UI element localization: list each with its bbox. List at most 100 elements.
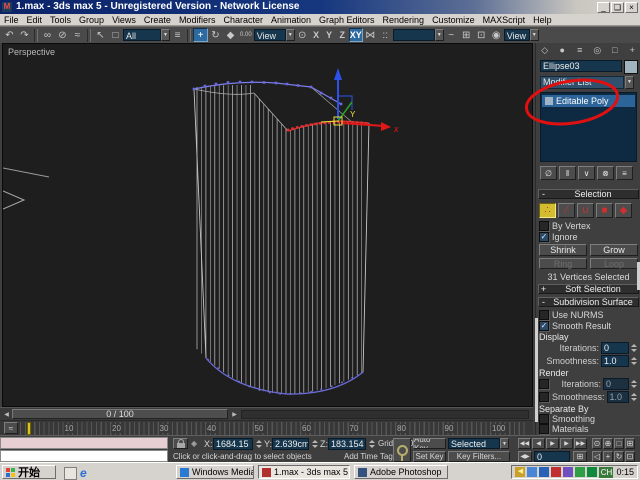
by-vertex-checkbox[interactable]	[539, 221, 549, 231]
z-coord-field[interactable]: 183.154	[328, 438, 366, 450]
tray-icon-qq[interactable]	[539, 467, 550, 477]
select-by-name-icon[interactable]: ≡	[170, 28, 185, 42]
menu-character[interactable]: Character	[219, 15, 267, 25]
menu-rendering[interactable]: Rendering	[379, 15, 429, 25]
hierarchy-tab[interactable]: ≡	[573, 44, 587, 56]
materials-checkbox[interactable]	[539, 424, 549, 434]
configure-modifier-sets-button[interactable]: ≡	[616, 166, 633, 180]
perspective-viewport[interactable]: Perspective x Y	[2, 43, 533, 407]
current-frame-marker[interactable]	[27, 422, 31, 435]
menu-help[interactable]: Help	[529, 15, 556, 25]
align-icon[interactable]: ::	[378, 28, 393, 42]
time-slider-track[interactable]	[241, 410, 529, 419]
menu-group[interactable]: Group	[75, 15, 108, 25]
remove-modifier-button[interactable]: ⊗	[597, 166, 614, 180]
restore-button[interactable]: ❏	[611, 2, 624, 13]
element-subobject-button[interactable]: ◆	[615, 202, 632, 218]
render-iterations-field[interactable]: 0	[603, 378, 629, 390]
selection-filter-dropdown[interactable]: All ▼	[123, 29, 170, 41]
restrict-x-button[interactable]: X	[310, 28, 323, 42]
auto-key-button[interactable]: Auto Key	[413, 438, 446, 449]
menu-file[interactable]: File	[0, 15, 23, 25]
tray-icon-antivirus[interactable]	[587, 467, 598, 477]
use-nurms-checkbox[interactable]	[539, 310, 549, 320]
x-coord-field[interactable]: 1684.15	[213, 438, 253, 450]
close-button[interactable]: ×	[625, 2, 638, 13]
restrict-y-button[interactable]: Y	[323, 28, 336, 42]
mirror-icon[interactable]: ⋈	[363, 28, 378, 42]
absolute-offset-toggle[interactable]: ◆	[191, 439, 197, 448]
set-key-mode-button[interactable]	[393, 438, 411, 462]
display-tab[interactable]: □	[608, 44, 622, 56]
selection-set-arrow[interactable]: ▼	[500, 438, 509, 449]
smooth-result-checkbox[interactable]: ✓	[539, 321, 549, 331]
previous-frame-button[interactable]: ◀	[532, 438, 545, 449]
go-to-end-button[interactable]: ▶▶	[574, 438, 587, 449]
go-to-start-button[interactable]: ◀◀	[518, 438, 531, 449]
modifier-list-arrow[interactable]: ▼	[625, 76, 634, 89]
iterations-spinner[interactable]	[630, 342, 638, 354]
render-smoothness-checkbox[interactable]	[539, 392, 549, 402]
zoom-extents-all-icon[interactable]: ⊞	[625, 438, 635, 449]
select-and-link-icon[interactable]: ∞	[40, 28, 55, 42]
menu-tools[interactable]: Tools	[46, 15, 75, 25]
render-scene-icon[interactable]: ◉	[489, 28, 504, 42]
next-frame-button[interactable]: ▶	[560, 438, 573, 449]
utilities-tab[interactable]: +	[625, 44, 639, 56]
min-max-toggle-icon[interactable]: ⊡	[625, 451, 635, 462]
ring-button[interactable]: Ring	[539, 258, 587, 269]
vertex-subobject-button[interactable]: ∴	[539, 202, 556, 218]
material-editor-icon[interactable]: ⊡	[474, 28, 489, 42]
zoom-all-icon[interactable]: ⊕	[603, 438, 613, 449]
menu-create[interactable]: Create	[140, 15, 175, 25]
y-spinner[interactable]	[311, 438, 319, 450]
start-button[interactable]: 开始	[2, 465, 56, 479]
menu-edit[interactable]: Edit	[23, 15, 47, 25]
volume-icon[interactable]: ◀	[515, 467, 526, 477]
object-color-swatch[interactable]	[624, 60, 638, 74]
use-pivot-center-icon[interactable]: ⊙	[295, 28, 310, 42]
render-smoothness-field[interactable]: 1.0	[606, 391, 629, 403]
modify-tab[interactable]: ●	[555, 44, 569, 56]
time-forward-arrow[interactable]: ▶	[230, 410, 239, 420]
y-coord-field[interactable]: 2.639cm	[272, 438, 309, 450]
ignore-backfacing-checkbox[interactable]: ✓	[539, 232, 549, 242]
render-iterations-spinner[interactable]	[630, 378, 638, 390]
schematic-view-icon[interactable]: ⊞	[459, 28, 474, 42]
key-mode-toggle[interactable]: ◀▶	[518, 451, 532, 462]
named-selection-sets-dropdown[interactable]: ▼	[392, 29, 444, 41]
x-spinner[interactable]	[255, 438, 263, 450]
undo-icon[interactable]: ↶	[2, 28, 17, 42]
menu-views[interactable]: Views	[108, 15, 140, 25]
region-zoom-icon[interactable]: ◁	[592, 451, 602, 462]
border-subobject-button[interactable]: ∪	[577, 202, 594, 218]
render-iterations-checkbox[interactable]	[539, 379, 549, 389]
taskbar-clock[interactable]: 0:15	[616, 467, 634, 477]
zoom-extents-icon[interactable]: □	[614, 438, 624, 449]
ie-icon[interactable]: e	[80, 466, 92, 480]
time-slider[interactable]: 0 / 100	[12, 409, 228, 419]
language-indicator[interactable]: CH	[599, 466, 614, 478]
polygon-subobject-button[interactable]: ■	[596, 202, 613, 218]
object-name-field[interactable]: Ellipse03	[540, 60, 622, 72]
current-frame-field[interactable]: 0	[534, 451, 570, 462]
set-key-button[interactable]: Set Key	[413, 451, 446, 462]
maxscript-listener-line[interactable]	[0, 450, 168, 462]
task-button-2[interactable]: Adobe Photoshop	[354, 465, 448, 479]
restrict-z-button[interactable]: Z	[336, 28, 349, 42]
time-configuration-button[interactable]: ⊞	[573, 451, 587, 462]
modifier-stack-item[interactable]: Editable Poly	[542, 95, 635, 107]
modifier-list-dropdown[interactable]: Modifier List	[540, 76, 624, 89]
subdivision-rollout-header[interactable]: - Subdivision Surface	[538, 297, 639, 307]
loop-button[interactable]: Loop	[590, 258, 638, 269]
render-type-dropdown[interactable]: View ▼	[503, 29, 539, 41]
play-button[interactable]: ▶	[546, 438, 559, 449]
grow-button[interactable]: Grow	[590, 244, 638, 256]
soft-selection-rollout-header[interactable]: + Soft Selection	[538, 284, 639, 294]
zoom-icon[interactable]: ⊙	[592, 438, 602, 449]
edge-subobject-button[interactable]: ∕	[558, 202, 575, 218]
time-back-arrow[interactable]: ◀	[2, 410, 11, 420]
show-desktop-icon[interactable]	[64, 467, 77, 480]
tray-icon-red[interactable]	[551, 467, 562, 477]
unlink-selection-icon[interactable]: ⊘	[55, 28, 70, 42]
